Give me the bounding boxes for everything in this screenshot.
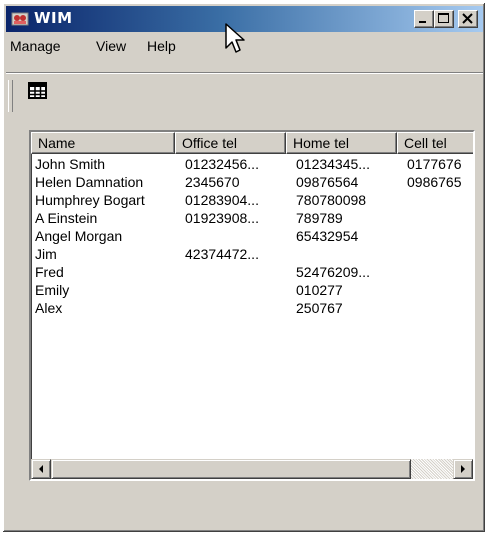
app-icon <box>11 12 29 26</box>
list-item[interactable]: Helen Damnation 2345670 09876564 0986765 <box>31 174 473 192</box>
list-item[interactable]: Alex 250767 <box>31 300 473 318</box>
menu-manage[interactable]: Manage <box>10 38 61 54</box>
cell-name: Jim <box>35 246 57 262</box>
menu-help[interactable]: Help <box>147 38 176 54</box>
list-item[interactable]: Emily 010277 <box>31 282 473 300</box>
cell-home-tel: 01234345... <box>296 156 370 172</box>
column-header-office-tel[interactable]: Office tel <box>175 132 286 154</box>
scroll-thumb[interactable] <box>51 459 411 479</box>
list-item[interactable]: A Einstein 01923908... 789789 <box>31 210 473 228</box>
cell-home-tel: 250767 <box>296 300 343 316</box>
menu-view[interactable]: View <box>96 38 126 54</box>
cell-name: John Smith <box>35 156 106 172</box>
cell-home-tel: 65432954 <box>296 228 359 244</box>
scroll-left-button[interactable] <box>31 459 51 479</box>
column-header-cell-tel[interactable]: Cell tel <box>397 132 473 154</box>
contacts-list[interactable]: Name Office tel Home tel Cell tel John S… <box>29 130 475 481</box>
list-item[interactable]: Fred 52476209... <box>31 264 473 282</box>
grid-view-icon <box>28 82 47 99</box>
arrow-left-icon <box>39 465 43 473</box>
column-header-home-tel[interactable]: Home tel <box>286 132 397 154</box>
cell-office-tel: 01283904... <box>185 192 259 208</box>
minimize-icon <box>419 21 426 23</box>
list-item[interactable]: Jim 42374472... <box>31 246 473 264</box>
list-item[interactable]: Angel Morgan 65432954 <box>31 228 473 246</box>
grid-view-button[interactable] <box>26 80 50 102</box>
column-header-name[interactable]: Name <box>31 132 175 154</box>
scroll-track[interactable] <box>411 459 453 479</box>
cell-cell-tel: 0986765 <box>407 174 462 190</box>
cell-home-tel: 52476209... <box>296 264 370 280</box>
cell-office-tel: 2345670 <box>185 174 240 190</box>
list-item[interactable]: John Smith 01232456... 01234345... 01776… <box>31 156 473 174</box>
cell-home-tel: 010277 <box>296 282 343 298</box>
cell-name: A Einstein <box>35 210 98 226</box>
menubar-separator <box>6 72 483 74</box>
cell-name: Alex <box>35 300 63 316</box>
cell-office-tel: 01923908... <box>185 210 259 226</box>
mouse-cursor-icon <box>225 23 245 53</box>
list-item[interactable]: Humphrey Bogart 01283904... 780780098 <box>31 192 473 210</box>
cell-name: Emily <box>35 282 70 298</box>
cell-office-tel: 42374472... <box>185 246 259 262</box>
maximize-icon <box>438 13 449 23</box>
toolbar-grip[interactable] <box>8 80 13 112</box>
list-header: Name Office tel Home tel Cell tel <box>31 132 473 154</box>
cell-home-tel: 789789 <box>296 210 343 226</box>
cell-office-tel: 01232456... <box>185 156 259 172</box>
maximize-button[interactable] <box>434 10 454 28</box>
cell-name: Fred <box>35 264 64 280</box>
arrow-right-icon <box>461 465 465 473</box>
cell-name: Angel Morgan <box>35 228 123 244</box>
cell-name: Helen Damnation <box>35 174 144 190</box>
cell-name: Humphrey Bogart <box>35 192 145 208</box>
close-button[interactable] <box>458 10 478 28</box>
cell-home-tel: 09876564 <box>296 174 359 190</box>
scroll-right-button[interactable] <box>453 459 473 479</box>
cell-cell-tel: 0177676 <box>407 156 462 172</box>
window-title: WIM <box>34 9 73 27</box>
horizontal-scrollbar[interactable] <box>31 459 473 479</box>
minimize-button[interactable] <box>414 10 434 28</box>
cell-home-tel: 780780098 <box>296 192 367 208</box>
close-icon <box>462 13 473 24</box>
